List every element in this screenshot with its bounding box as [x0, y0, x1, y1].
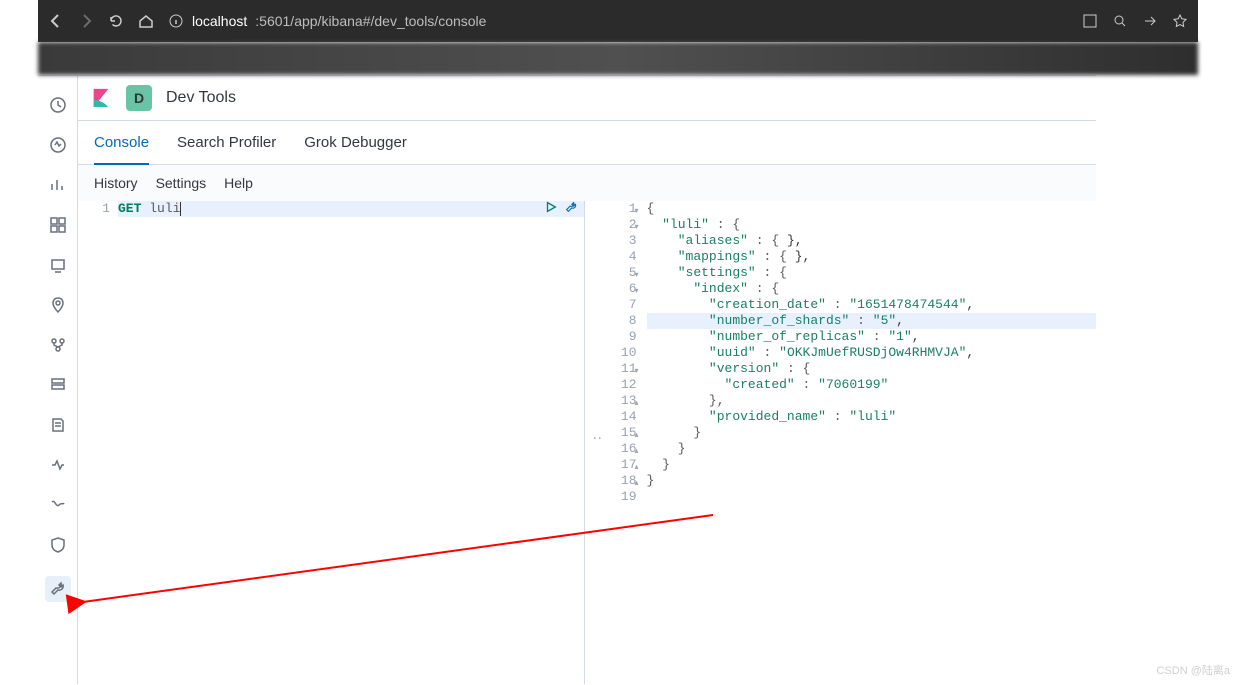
- help-button[interactable]: Help: [224, 175, 253, 191]
- star-icon[interactable]: [1172, 13, 1188, 29]
- info-icon: [168, 13, 184, 29]
- line-number: 19: [591, 489, 637, 505]
- tab-bar: Console Search Profiler Grok Debugger: [78, 121, 1096, 165]
- line-number: 8: [591, 313, 637, 329]
- response-line: "luli" : {: [647, 217, 1097, 233]
- response-line: }: [647, 441, 1097, 457]
- request-line[interactable]: GET luli: [118, 201, 584, 217]
- discover-icon[interactable]: [49, 136, 67, 154]
- response-line: "uuid" : "OKKJmUefRUSDjOw4RHMVJA",: [647, 345, 1097, 361]
- response-line: "provided_name" : "luli": [647, 409, 1097, 425]
- line-number: 17▴: [591, 457, 637, 473]
- response-line: },: [647, 393, 1097, 409]
- ml-icon[interactable]: [49, 336, 67, 354]
- infra-icon[interactable]: [49, 376, 67, 394]
- browser-chrome: localhost :5601/app/kibana#/dev_tools/con…: [38, 0, 1198, 42]
- line-number: 16▴: [591, 441, 637, 457]
- line-number: 6▾: [591, 281, 637, 297]
- line-number: 7: [591, 297, 637, 313]
- url-host: localhost: [192, 13, 247, 29]
- settings-button[interactable]: Settings: [156, 175, 207, 191]
- response-line: }: [647, 473, 1097, 489]
- response-line: "version" : {: [647, 361, 1097, 377]
- line-number: 13▴: [591, 393, 637, 409]
- tab-grok-debugger[interactable]: Grok Debugger: [304, 121, 407, 164]
- history-button[interactable]: History: [94, 175, 138, 191]
- line-number: 5▾: [591, 265, 637, 281]
- line-number: 10: [591, 345, 637, 361]
- forward-icon[interactable]: [78, 13, 94, 29]
- line-number: 11▾: [591, 361, 637, 377]
- response-line: "index" : {: [647, 281, 1097, 297]
- blurred-toolbar: [38, 42, 1198, 75]
- line-number: 18▴: [591, 473, 637, 489]
- apm-icon[interactable]: [49, 456, 67, 474]
- line-number: 1▾: [591, 201, 637, 217]
- response-line: "settings" : {: [647, 265, 1097, 281]
- console-toolbar: History Settings Help: [78, 165, 1096, 201]
- tab-search-profiler[interactable]: Search Profiler: [177, 121, 276, 164]
- response-line: }: [647, 457, 1097, 473]
- line-number: 12: [591, 377, 637, 393]
- canvas-icon[interactable]: [49, 256, 67, 274]
- response-line: "creation_date" : "1651478474544",: [647, 297, 1097, 313]
- share-icon[interactable]: [1142, 13, 1158, 29]
- home-icon[interactable]: [138, 13, 154, 29]
- response-line: [647, 489, 1097, 505]
- logs-icon[interactable]: [49, 416, 67, 434]
- dashboard-icon[interactable]: [49, 216, 67, 234]
- line-number: 4: [591, 249, 637, 265]
- uptime-icon[interactable]: [49, 496, 67, 514]
- request-editor[interactable]: 1 GET luli: [78, 201, 585, 684]
- recent-icon[interactable]: [49, 96, 67, 114]
- watermark: CSDN @陆离a: [1156, 662, 1230, 678]
- tab-console[interactable]: Console: [94, 122, 149, 165]
- url-bar[interactable]: localhost :5601/app/kibana#/dev_tools/con…: [168, 13, 486, 29]
- kibana-logo-icon[interactable]: [90, 87, 112, 109]
- response-line: {: [647, 201, 1097, 217]
- siem-icon[interactable]: [49, 536, 67, 554]
- app-header: D Dev Tools: [78, 76, 1096, 121]
- maps-icon[interactable]: [49, 296, 67, 314]
- app-badge: D: [126, 85, 152, 111]
- response-line: "number_of_replicas" : "1",: [647, 329, 1097, 345]
- visualize-icon[interactable]: [49, 176, 67, 194]
- reload-icon[interactable]: [108, 13, 124, 29]
- response-viewer[interactable]: ⋮ 1▾2▾345▾6▾7891011▾1213▴1415▴16▴17▴18▴1…: [591, 201, 1097, 684]
- line-number: 9: [591, 329, 637, 345]
- line-number: 14: [591, 409, 637, 425]
- response-line: "mappings" : { },: [647, 249, 1097, 265]
- line-number: 1: [78, 201, 110, 217]
- translate-icon[interactable]: [1082, 13, 1098, 29]
- wrench-icon[interactable]: [564, 201, 578, 219]
- response-line: "created" : "7060199": [647, 377, 1097, 393]
- page-title: Dev Tools: [166, 89, 236, 107]
- response-line: "aliases" : { },: [647, 233, 1097, 249]
- line-number: 2▾: [591, 217, 637, 233]
- dev-tools-icon[interactable]: [45, 576, 71, 602]
- send-request-icon[interactable]: [544, 201, 558, 219]
- line-number: 3: [591, 233, 637, 249]
- zoom-icon[interactable]: [1112, 13, 1128, 29]
- response-line: "number_of_shards" : "5",: [647, 313, 1097, 329]
- line-number: 15▴: [591, 425, 637, 441]
- response-line: }: [647, 425, 1097, 441]
- kibana-sidebar: [38, 76, 78, 684]
- back-icon[interactable]: [48, 13, 64, 29]
- url-path: :5601/app/kibana#/dev_tools/console: [255, 13, 486, 29]
